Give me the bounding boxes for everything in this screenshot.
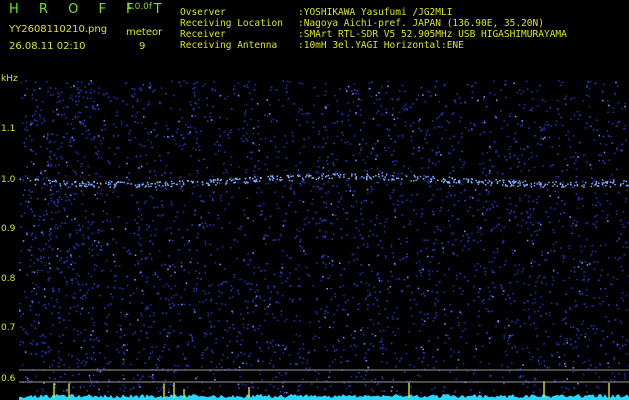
- y-tick-label: 0.7: [1, 323, 16, 333]
- antenna-label: Receiving Antenna: [180, 40, 278, 51]
- y-tick-label: 1.0: [1, 175, 16, 185]
- location-value: :Nagoya Aichi-pref. JAPAN (136.90E, 35.2…: [298, 18, 544, 29]
- app-version: 1.0.0f: [126, 2, 153, 12]
- antenna-value: :10mH 3el.YAGI Horizontal:ENE: [298, 40, 464, 51]
- spectrogram-plot: [19, 80, 629, 400]
- capture-datetime: 26.08.11 02:10: [9, 41, 86, 52]
- image-filename: YY2608110210.png: [9, 24, 108, 35]
- y-tick-label: 0.9: [1, 224, 16, 234]
- meteor-count-value: 9: [139, 41, 146, 52]
- location-label: Receiving Location: [180, 18, 283, 29]
- observer-value: :YOSHIKAWA Yasufumi /JG2MLI: [298, 7, 453, 18]
- spectrogram-background: [19, 80, 629, 400]
- meteor-count-label: meteor: [126, 27, 163, 38]
- observer-label: Ovserver: [180, 7, 226, 18]
- hroft-window: H R O F F T 1.0.0f YY2608110210.png 26.0…: [0, 0, 629, 400]
- receiver-value: :SMArt RTL-SDR V5 52.905MHz USB HIGASHIM…: [298, 29, 567, 40]
- y-tick-label: 0.6: [1, 374, 16, 384]
- receiver-label: Receiver: [180, 29, 226, 40]
- y-axis-unit: kHz: [1, 74, 18, 84]
- y-tick-label: 0.8: [1, 274, 16, 284]
- y-tick-label: 1.1: [1, 124, 16, 134]
